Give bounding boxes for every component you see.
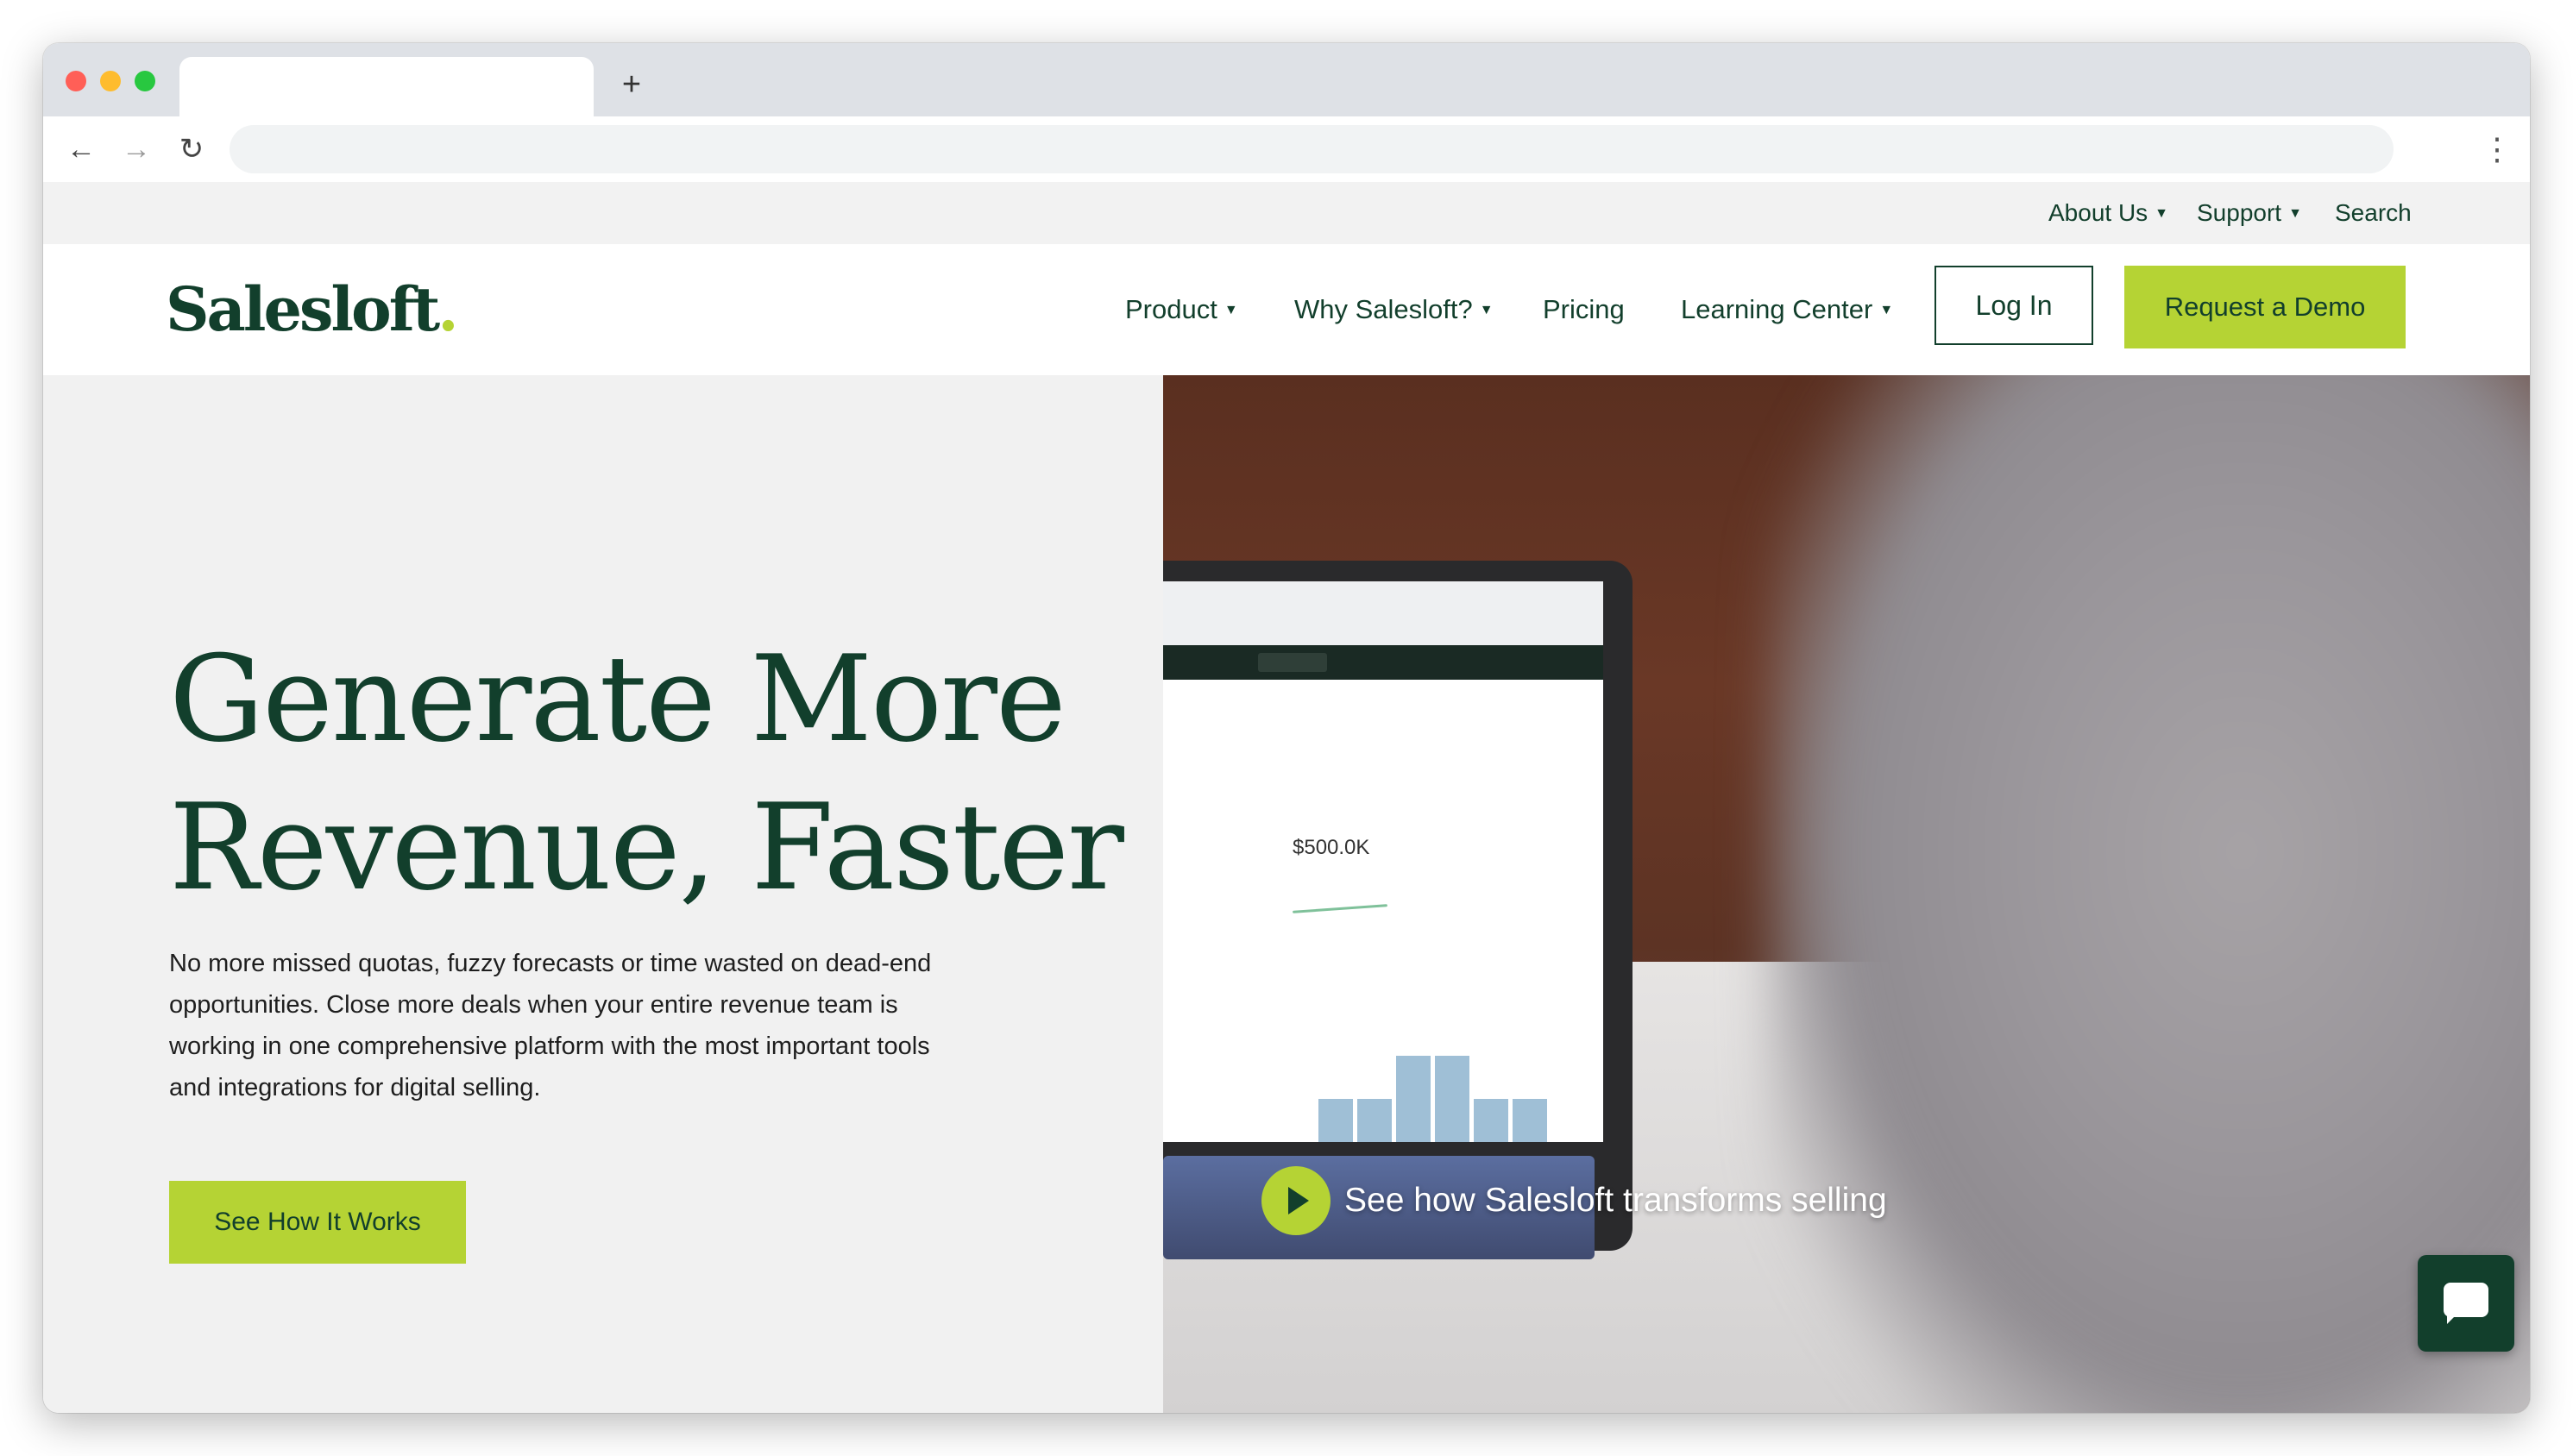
utility-nav-about-label: About Us [2048,199,2148,226]
utility-nav-support-label: Support [2197,199,2282,226]
screen-browser-bar [1163,581,1603,645]
minimize-window-button[interactable] [100,71,121,91]
dashboard-screen: $500.0K [1163,581,1603,1142]
play-icon[interactable] [1261,1166,1331,1235]
main-nav: Salesloft. Product ▼ Why Salesloft? ▼ Pric… [43,244,2530,375]
screen-bar [1474,1099,1508,1142]
browser-window: + ← → ↻ ⋮ About Us ▼ Support ▼ Search Sale… [43,43,2530,1413]
laptop-image: $500.0K [1163,561,1633,1259]
hero-subtext: No more missed quotas, fuzzy forecasts o… [169,950,932,1101]
hero-video[interactable]: $500.0K [1163,375,2530,1413]
caret-down-icon: ▼ [2155,206,2169,221]
blurred-person [1767,375,2530,1413]
utility-nav-about[interactable]: About Us ▼ [2048,182,2168,244]
screen-bar [1396,1056,1431,1142]
maximize-window-button[interactable] [135,71,155,91]
caret-down-icon: ▼ [2288,206,2302,221]
new-tab-button[interactable]: + [609,62,654,107]
nav-learning-label: Learning Center [1681,294,1873,324]
screen-trend-line [1293,904,1387,913]
close-window-button[interactable] [66,71,86,91]
forward-icon[interactable]: → [114,127,159,172]
chat-widget-button[interactable] [2418,1255,2514,1352]
hero-headline: Generate More Revenue, Faster [169,625,1161,922]
nav-product-label: Product [1125,294,1217,324]
screen-bar [1357,1099,1392,1142]
nav-learning-center[interactable]: Learning Center ▼ [1681,287,1893,332]
screen-search [1258,653,1327,672]
nav-product[interactable]: Product ▼ [1125,287,1238,332]
hero-content: Generate More Revenue, Faster No more mis… [43,375,1163,1413]
screen-app-header [1163,645,1603,680]
browser-titlebar: + [43,43,2530,116]
back-icon[interactable]: ← [59,127,104,172]
nav-pricing[interactable]: Pricing [1543,287,1625,332]
browser-tab[interactable] [179,57,594,116]
screen-bar [1318,1099,1353,1142]
logo-text: Salesloft [166,273,440,345]
kebab-menu-icon[interactable]: ⋮ [2482,127,2513,172]
browser-toolbar: ← → ↻ ⋮ [43,116,2530,184]
nav-why-label: Why Salesloft? [1294,294,1473,324]
reload-icon[interactable]: ↻ [169,127,214,172]
chat-bubble-tail [2447,1312,2459,1324]
video-play-label[interactable]: See how Salesloft transforms selling [1344,1172,1887,1229]
screen-bar [1435,1056,1469,1142]
nav-why-salesloft[interactable]: Why Salesloft? ▼ [1294,287,1494,332]
utility-nav: About Us ▼ Support ▼ Search [43,182,2530,244]
headline-line-2: Revenue, Faster [169,778,1124,917]
caret-down-icon: ▼ [1879,303,1894,317]
see-how-it-works-button[interactable]: See How It Works [169,1181,466,1264]
salesloft-logo[interactable]: Salesloft. [166,273,459,345]
caret-down-icon: ▼ [1479,303,1494,317]
utility-nav-search[interactable]: Search [2335,182,2412,244]
screen-bar [1513,1099,1547,1142]
screen-stat: $500.0K [1293,836,1370,859]
request-demo-button[interactable]: Request a Demo [2124,266,2406,348]
caret-down-icon: ▼ [1224,303,1238,317]
logo-dot: . [437,273,458,345]
headline-line-1: Generate More [169,630,1066,769]
screen-bar-chart [1267,926,1595,1142]
login-button[interactable]: Log In [1934,266,2093,345]
utility-nav-support[interactable]: Support ▼ [2197,182,2302,244]
address-bar[interactable] [230,125,2394,173]
